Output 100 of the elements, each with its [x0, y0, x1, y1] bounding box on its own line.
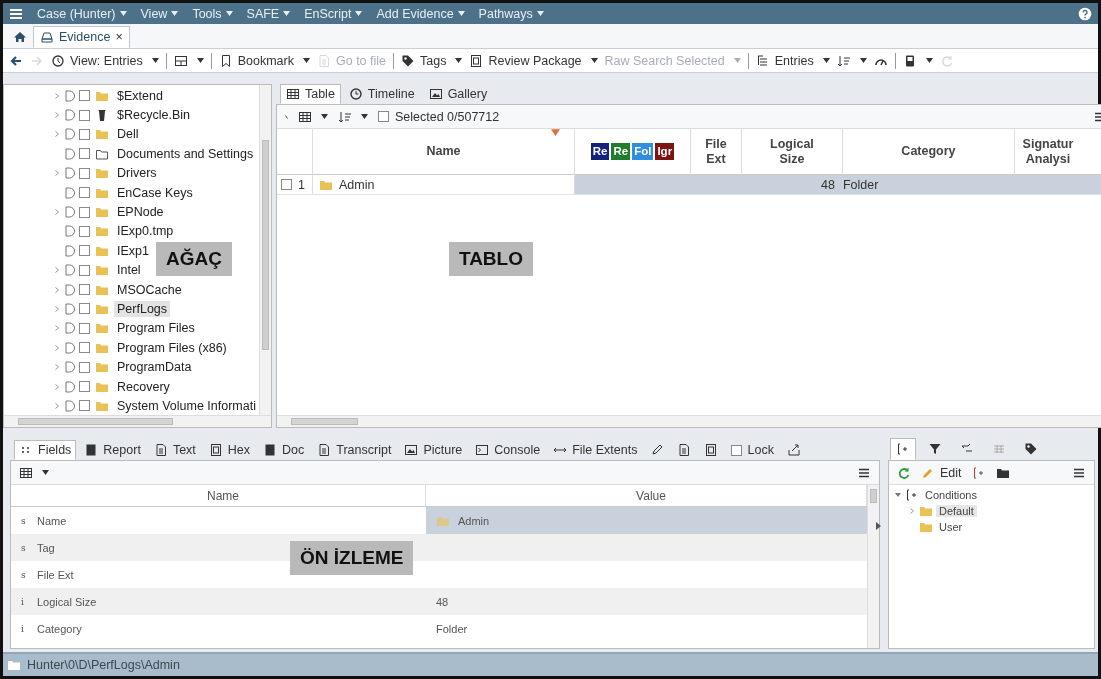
column-button[interactable]	[19, 465, 49, 480]
collapse-icon[interactable]	[893, 491, 902, 499]
menu-button[interactable]	[9, 6, 23, 21]
preview-tab[interactable]: Report	[79, 440, 146, 460]
menu-item[interactable]: EnScript	[304, 6, 363, 21]
checkbox[interactable]	[79, 361, 90, 373]
scrollbar[interactable]	[4, 415, 271, 427]
tree-item[interactable]: EPNode	[114, 204, 167, 221]
refresh-button[interactable]	[897, 465, 911, 480]
checkbox[interactable]	[79, 187, 90, 199]
checkbox[interactable]	[79, 148, 90, 160]
tree-item[interactable]: Documents and Settings	[114, 145, 257, 162]
checkbox[interactable]	[79, 128, 90, 140]
annotation-label: TABLO	[448, 242, 533, 276]
tree-item[interactable]: Recovery	[114, 378, 173, 395]
bracket-tab[interactable]	[890, 438, 916, 460]
tag-label[interactable]: Re	[611, 142, 631, 161]
checkbox[interactable]	[79, 284, 90, 296]
preview-tab[interactable]: Doc	[258, 440, 310, 460]
checkbox[interactable]	[79, 225, 90, 237]
menu-item[interactable]: Tools	[192, 6, 233, 21]
preview-tab[interactable]: File Extents	[548, 440, 643, 460]
column-button[interactable]	[297, 109, 328, 124]
tree-item[interactable]: IExp1	[114, 242, 152, 259]
edit-button[interactable]: Edit	[921, 465, 962, 480]
expand-icon[interactable]	[876, 522, 881, 530]
panel-layout-button[interactable]	[173, 53, 204, 68]
back-arrow-button[interactable]	[9, 53, 23, 68]
tree-item[interactable]: Drivers	[114, 165, 160, 182]
preview-tab[interactable]: Fields	[14, 440, 77, 460]
grid-icon	[19, 465, 33, 480]
close-button[interactable]: ×	[115, 30, 123, 44]
checkbox[interactable]	[79, 90, 90, 102]
tag-label[interactable]: Re	[590, 142, 610, 161]
tree-item[interactable]: EnCase Keys	[114, 184, 196, 201]
menu-item[interactable]: Add Evidence	[376, 6, 465, 21]
menu-item[interactable]: SAFE	[246, 6, 291, 21]
checkbox[interactable]	[79, 342, 90, 354]
checkbox[interactable]	[79, 264, 90, 276]
help-button[interactable]	[1078, 6, 1092, 21]
view-tab[interactable]: Timeline	[342, 84, 421, 104]
grid-icon	[297, 109, 312, 124]
view-tab[interactable]: Gallery	[422, 84, 494, 104]
tree-item[interactable]: Conditions	[922, 489, 980, 501]
sort-button[interactable]	[836, 53, 867, 68]
checkbox[interactable]	[280, 179, 292, 190]
document-icon	[153, 443, 168, 457]
tree-item[interactable]: User	[936, 521, 966, 533]
field-value: Folder	[436, 622, 468, 635]
checkbox[interactable]	[79, 206, 90, 218]
checkbox[interactable]	[377, 111, 389, 122]
preview-tab[interactable]: Transcript	[312, 440, 397, 460]
menu-item[interactable]: Pathways	[478, 6, 544, 21]
toolbar-button[interactable]: Bookmark	[218, 53, 310, 68]
preview-tab[interactable]: Picture	[399, 440, 468, 460]
tree-item[interactable]: $Recycle.Bin	[114, 107, 193, 124]
column-header[interactable]: Name	[207, 488, 239, 503]
checkbox[interactable]	[79, 400, 90, 412]
console-icon	[475, 443, 490, 457]
checkbox[interactable]	[79, 245, 90, 257]
tree-item[interactable]: Dell	[114, 126, 142, 143]
tree-item[interactable]: MSOCache	[114, 281, 185, 298]
type-mark: s	[21, 569, 27, 580]
toolbar-button[interactable]: Tags	[401, 53, 463, 68]
checkbox[interactable]	[79, 322, 90, 334]
caret-icon	[457, 11, 465, 16]
tree-item[interactable]: Program Files (x86)	[114, 339, 230, 356]
scrollbar[interactable]	[276, 415, 1101, 427]
toolbar-button[interactable]: Entries	[755, 53, 830, 68]
bracket-button[interactable]	[971, 465, 986, 480]
menu-item[interactable]: View	[140, 6, 179, 21]
preview-tab[interactable]: Text	[148, 440, 201, 460]
column-header[interactable]: Name	[312, 129, 575, 175]
checkbox[interactable]	[79, 167, 90, 179]
annotation-label: ÖN İZLEME	[290, 541, 414, 575]
view-tab[interactable]: Table	[279, 84, 341, 104]
tree-item[interactable]: Program Files	[114, 320, 198, 337]
tree-item[interactable]: System Volume Informati	[114, 397, 259, 414]
checkbox[interactable]	[79, 109, 90, 121]
column-header[interactable]: Value	[636, 488, 666, 503]
toolbar-button[interactable]: View: Entries	[51, 53, 159, 68]
tree-item[interactable]: ProgramData	[114, 359, 195, 376]
toolbar-button[interactable]: Review Package	[469, 53, 598, 68]
checkbox[interactable]	[79, 381, 90, 393]
scrollbar[interactable]	[867, 485, 879, 648]
preview-tab[interactable]: Console	[470, 440, 546, 460]
tree-item[interactable]: Intel	[114, 262, 144, 279]
tree-item[interactable]: IExp0.tmp	[114, 223, 177, 240]
tree-item[interactable]: $Extend	[114, 87, 166, 104]
filter-icon	[928, 442, 942, 456]
tag-label[interactable]: Igr	[655, 142, 675, 161]
evidence-tab[interactable]: Evidence ×	[33, 26, 130, 48]
menu-item[interactable]: Case (Hunter)	[37, 6, 127, 21]
preview-tab[interactable]: Hex	[203, 440, 256, 460]
sort-button[interactable]	[337, 109, 368, 124]
scrollbar[interactable]	[258, 85, 271, 415]
checkbox[interactable]	[79, 303, 90, 315]
checkbox[interactable]	[731, 444, 743, 456]
tree-item[interactable]: PerfLogs	[114, 301, 171, 317]
tree-item[interactable]: Default	[936, 505, 977, 517]
